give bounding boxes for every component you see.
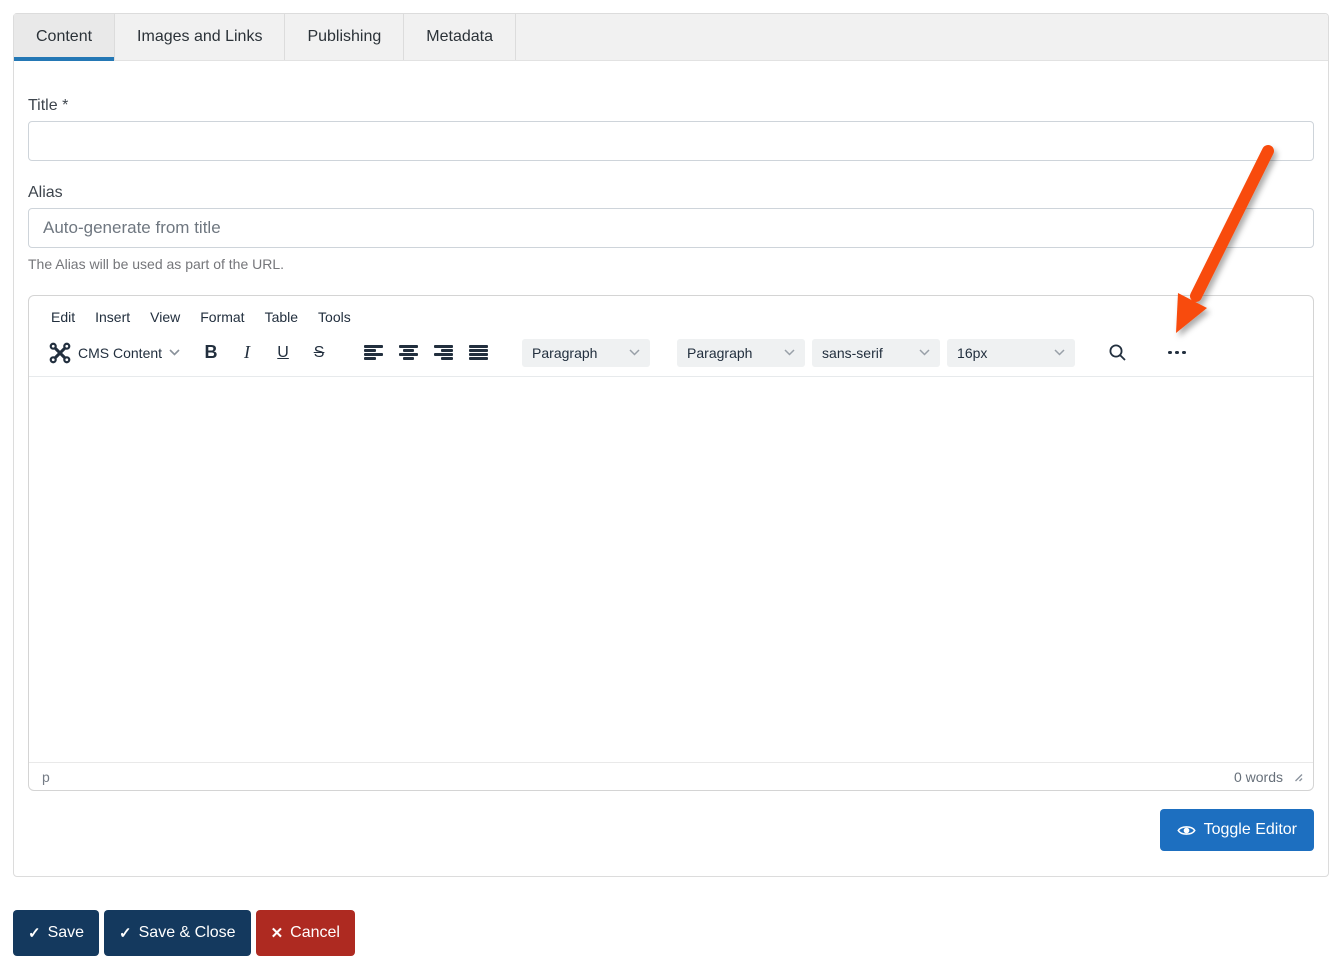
toggle-editor-button[interactable]: Toggle Editor [1159,809,1314,851]
element-path[interactable]: p [42,769,50,785]
toggle-editor-row: Toggle Editor [28,809,1314,851]
article-form-card: Content Images and Links Publishing Meta… [13,13,1329,877]
font-size-select[interactable]: 16px [947,338,1076,367]
tab-images-and-links[interactable]: Images and Links [115,14,286,60]
alias-field[interactable] [28,208,1314,248]
menu-table[interactable]: Table [255,305,308,329]
strikethrough-button[interactable]: S [304,337,334,369]
menu-view[interactable]: View [140,305,190,329]
font-family-select-value: sans-serif [822,344,883,361]
form-tabbar: Content Images and Links Publishing Meta… [14,14,1328,61]
tab-publishing[interactable]: Publishing [285,14,405,60]
chevron-down-icon [169,349,180,356]
font-family-select[interactable]: sans-serif [812,338,941,367]
editor-content-area[interactable] [29,377,1313,762]
save-and-close-button-label: Save & Close [138,924,236,941]
tab-metadata[interactable]: Metadata [404,14,516,60]
bold-button[interactable]: B [196,337,226,369]
cancel-button-label: Cancel [290,924,340,941]
editor-menubar: Edit Insert View Format Table Tools [29,296,1313,331]
joomla-logo-icon [49,342,71,364]
menu-insert[interactable]: Insert [85,305,140,329]
more-toolbar-items-button[interactable] [1168,350,1186,355]
align-justify-icon[interactable] [469,345,489,360]
resize-grip-icon[interactable] [1292,771,1303,782]
eye-icon [1176,821,1196,840]
style-select[interactable]: Paragraph [522,338,651,367]
tab-metadata-label: Metadata [426,28,493,45]
check-icon: ✓ [119,925,132,942]
font-size-select-value: 16px [957,344,988,361]
tab-images-and-links-label: Images and Links [137,28,263,45]
style-select-value: Paragraph [532,344,598,361]
tab-content-label: Content [36,28,93,45]
close-icon: ✕ [270,925,284,942]
check-icon: ✓ [28,925,41,942]
article-edit-page: Content Images and Links Publishing Meta… [0,0,1342,972]
chevron-down-icon [919,349,930,356]
underline-button[interactable]: U [268,337,298,369]
menu-tools[interactable]: Tools [308,305,361,329]
cancel-button[interactable]: ✕ Cancel [255,910,355,956]
word-count: 0 words [1233,768,1283,785]
alignment-group [364,345,489,360]
italic-button[interactable]: I [232,337,262,369]
title-field[interactable] [28,121,1314,161]
block-select-value: Paragraph [687,344,753,361]
form-actions: ✓ Save ✓ Save & Close ✕ Cancel [13,910,355,956]
align-center-icon[interactable] [399,345,419,360]
form-body: Title * Alias The Alias will be used as … [14,61,1328,851]
save-button[interactable]: ✓ Save [13,910,100,956]
tab-publishing-label: Publishing [307,28,382,45]
tab-content[interactable]: Content [14,14,116,61]
editor-statusbar: p 0 words [29,762,1313,790]
rich-text-editor: Edit Insert View Format Table Tools CMS … [28,295,1314,791]
toggle-editor-label: Toggle Editor [1203,821,1297,838]
align-left-icon[interactable] [364,345,384,360]
save-button-label: Save [47,924,85,941]
chevron-down-icon [1054,349,1065,356]
cms-content-label: CMS Content [78,344,163,361]
chevron-down-icon [629,349,640,356]
search-icon[interactable] [1107,342,1128,363]
align-right-icon[interactable] [434,345,454,360]
alias-hint: The Alias will be used as part of the UR… [28,256,285,272]
alias-label: Alias [28,184,63,201]
block-select[interactable]: Paragraph [677,338,806,367]
menu-edit[interactable]: Edit [41,305,85,329]
chevron-down-icon [784,349,795,356]
editor-toolbar: CMS Content B I U S Paragraph Paragraph … [29,331,1313,377]
save-and-close-button[interactable]: ✓ Save & Close [104,910,251,956]
menu-format[interactable]: Format [190,305,254,329]
cms-content-dropdown-button[interactable]: CMS Content [45,337,184,369]
title-label: Title * [28,97,69,114]
